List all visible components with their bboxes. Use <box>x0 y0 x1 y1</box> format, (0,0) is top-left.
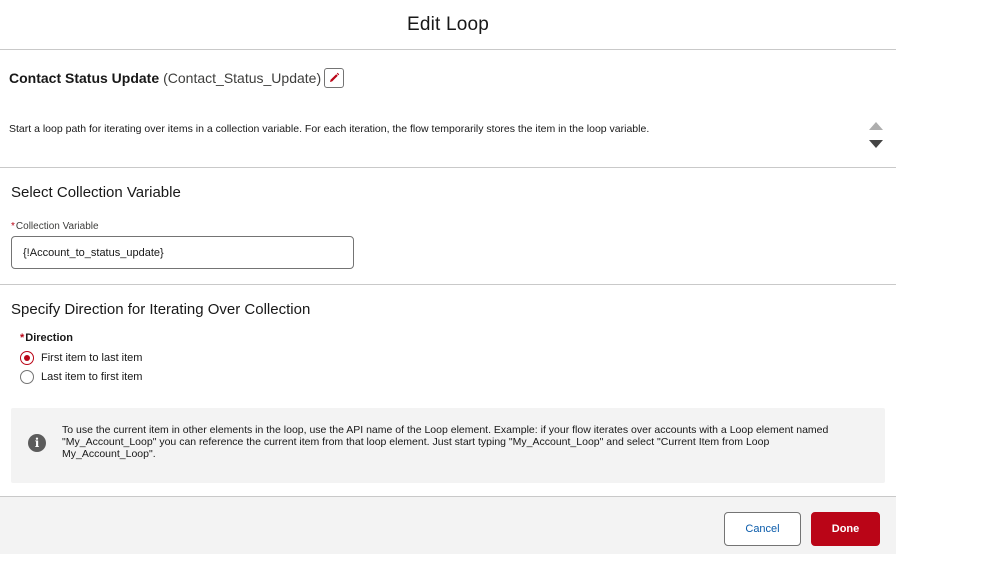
description-scroll-arrows[interactable] <box>866 119 886 153</box>
modal-footer: Cancel Done <box>0 496 896 554</box>
radio-button[interactable] <box>20 351 34 365</box>
collection-section-title: Select Collection Variable <box>11 184 181 201</box>
direction-section-title: Specify Direction for Iterating Over Col… <box>11 301 311 318</box>
info-icon: i <box>28 434 46 452</box>
element-label: Contact Status Update <box>9 70 160 86</box>
divider <box>0 284 896 285</box>
radio-last-to-first[interactable]: Last item to first item <box>20 370 142 384</box>
collection-variable-input[interactable] <box>11 236 354 269</box>
edit-element-button[interactable] <box>324 68 345 88</box>
radio-label: First item to last item <box>41 352 143 364</box>
edit-loop-modal: Edit Loop Contact Status Update (Contact… <box>0 0 896 576</box>
scroll-down-icon[interactable] <box>866 137 886 151</box>
scroll-up-icon[interactable] <box>866 119 886 133</box>
required-marker: * <box>20 332 25 344</box>
collection-variable-label: *Collection Variable <box>11 221 99 232</box>
info-text: To use the current item in other element… <box>62 424 829 460</box>
element-api-name: (Contact_Status_Update) <box>163 70 322 86</box>
modal-title: Edit Loop <box>406 13 490 35</box>
done-button[interactable]: Done <box>811 512 880 546</box>
element-title-row: Contact Status Update (Contact_Status_Up… <box>9 68 345 88</box>
info-box: i To use the current item in other eleme… <box>11 408 885 483</box>
element-description: Start a loop path for iterating over ite… <box>9 123 650 135</box>
modal-header: Edit Loop <box>0 0 896 50</box>
cancel-button[interactable]: Cancel <box>724 512 801 546</box>
radio-label: Last item to first item <box>41 371 143 383</box>
direction-label-text: Direction <box>25 332 73 344</box>
required-marker: * <box>11 221 15 232</box>
divider <box>0 167 896 168</box>
radio-button[interactable] <box>20 370 34 384</box>
collection-variable-label-text: Collection Variable <box>15 221 99 232</box>
pencil-icon <box>330 72 340 82</box>
radio-first-to-last[interactable]: First item to last item <box>20 351 142 365</box>
direction-label: *Direction <box>20 332 73 344</box>
